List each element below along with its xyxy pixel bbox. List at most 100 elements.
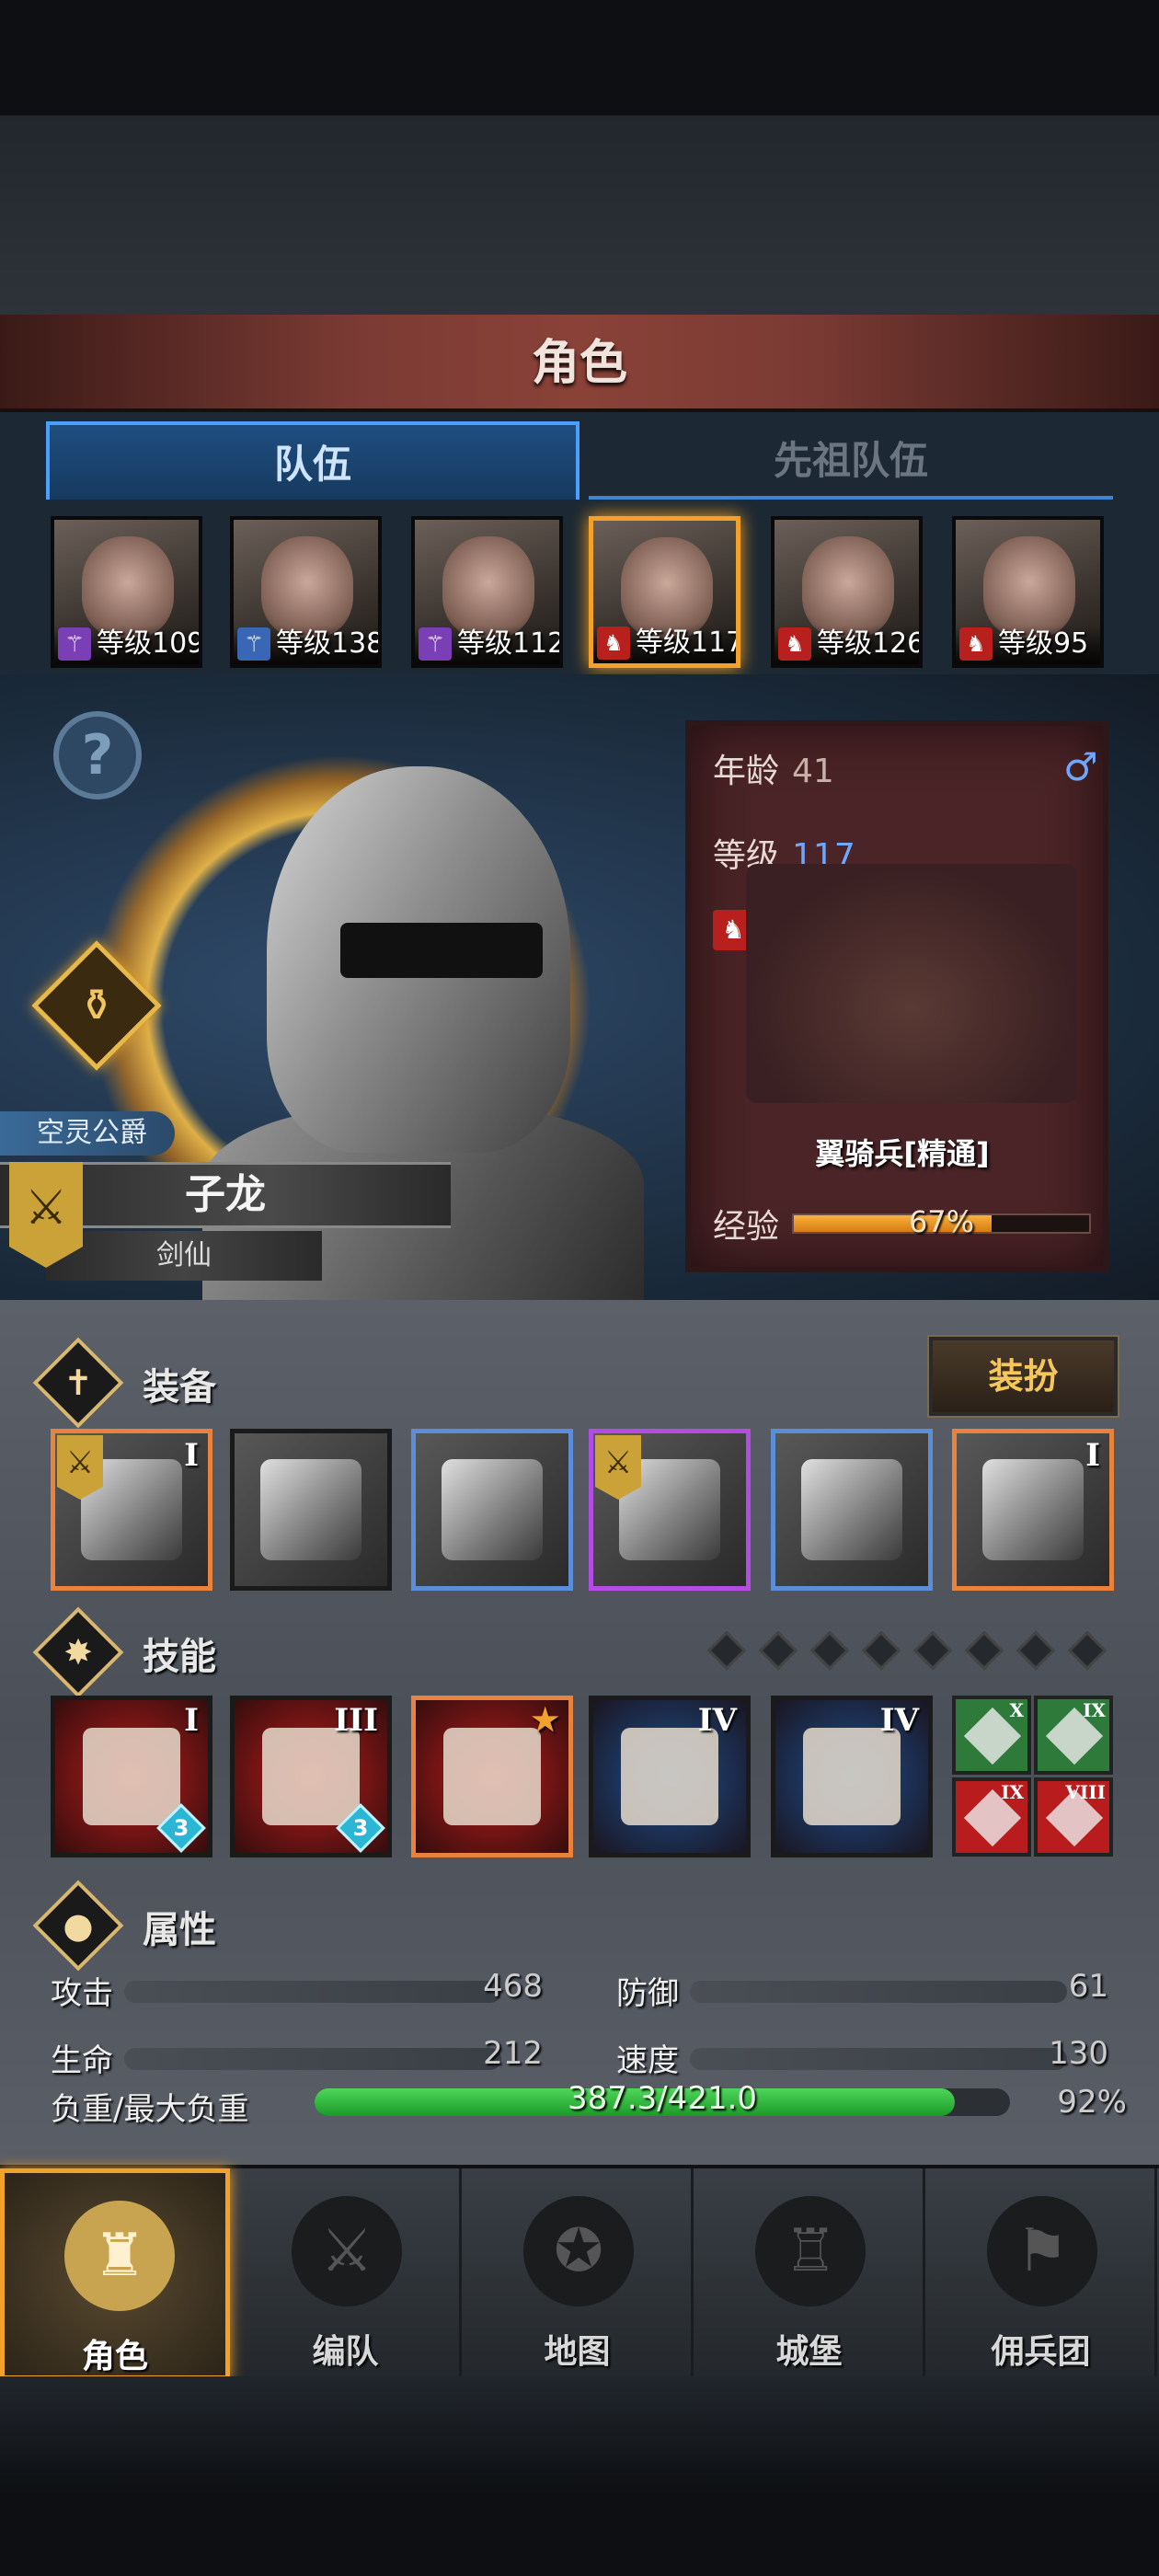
nav-formation[interactable]: ⚔ 编队 bbox=[232, 2168, 462, 2380]
system-nav-area bbox=[0, 2376, 1159, 2576]
party-member-card[interactable]: ⚚ 等级109 bbox=[51, 516, 202, 668]
attack-label: 攻击 bbox=[51, 1975, 113, 2012]
nav-compass-map[interactable]: ✪ 地图 bbox=[464, 2168, 694, 2380]
sword-slash-icon bbox=[83, 1728, 180, 1825]
skill-slot[interactable]: IV bbox=[589, 1696, 751, 1857]
attack-bar bbox=[124, 1981, 501, 2003]
nav-label: 编队 bbox=[312, 2333, 379, 2371]
defense-stat: 防御 61 bbox=[616, 1964, 1108, 2012]
attack-stat: 攻击 468 bbox=[51, 1964, 543, 2012]
skill-point-indicators bbox=[706, 1630, 1118, 1671]
party-member-card[interactable]: ♞ 等级117 bbox=[589, 516, 740, 668]
page-title: 角色 bbox=[531, 336, 627, 391]
attack-value: 468 bbox=[483, 1968, 543, 2005]
passive-skill-slot[interactable]: IX bbox=[1034, 1696, 1113, 1775]
knight-icon: ♜ bbox=[64, 2201, 175, 2311]
load-value: 387.3/421.0 bbox=[567, 2080, 758, 2117]
defense-value: 61 bbox=[1068, 1968, 1108, 2005]
skills-section-title: 技能 bbox=[143, 1636, 216, 1678]
tab-team[interactable]: 队伍 bbox=[46, 421, 580, 500]
winged-hussar-portrait[interactable] bbox=[746, 864, 1077, 1103]
equipment-slot[interactable] bbox=[771, 1429, 933, 1591]
equipment-slot[interactable] bbox=[411, 1429, 573, 1591]
party-member-level: 等级95 bbox=[998, 627, 1089, 660]
nav-castle[interactable]: ♖ 城堡 bbox=[695, 2168, 925, 2380]
help-button[interactable]: ? bbox=[53, 711, 142, 799]
nav-mercenary[interactable]: ⚑ 佣兵团 bbox=[927, 2168, 1157, 2380]
passive-skill-slot[interactable]: IX bbox=[952, 1777, 1031, 1857]
tier-label: IV bbox=[879, 1702, 919, 1739]
load-label: 负重/最大负重 bbox=[51, 2091, 249, 2128]
dress-up-button[interactable]: 装扮 bbox=[929, 1337, 1118, 1416]
passive-skill-slot[interactable]: X bbox=[952, 1696, 1031, 1775]
age-value: 41 bbox=[792, 753, 834, 790]
crystal-horse-icon bbox=[803, 1728, 901, 1825]
skill-slot[interactable]: I3 bbox=[51, 1696, 212, 1857]
equipment-slot[interactable]: ⚔ I bbox=[51, 1429, 212, 1591]
tab-ancestor-team[interactable]: 先祖队伍 bbox=[589, 421, 1113, 500]
equipment-section-icon: ✝ bbox=[32, 1337, 124, 1429]
skill-point-diamond-icon bbox=[758, 1630, 798, 1671]
nav-label: 城堡 bbox=[775, 2333, 843, 2371]
skill-point-diamond-icon bbox=[1016, 1630, 1056, 1671]
age-row: 年龄 41 bbox=[713, 744, 834, 792]
staff-icon: ⚚ bbox=[58, 627, 91, 661]
party-member-card[interactable]: ⚚ 等级112 bbox=[411, 516, 563, 668]
tab-bar: 队伍 先祖队伍 bbox=[0, 412, 1159, 500]
tier-label: ★ bbox=[531, 1702, 559, 1739]
banner-charge-icon bbox=[443, 1728, 541, 1825]
party-member-level: 等级117 bbox=[636, 627, 740, 659]
tier-label: I bbox=[1085, 1437, 1100, 1474]
boots-icon bbox=[801, 1459, 902, 1560]
skill-slot[interactable]: III 3 bbox=[230, 1696, 392, 1857]
speed-label: 速度 bbox=[616, 2042, 679, 2079]
nav-label: 佣兵团 bbox=[991, 2333, 1091, 2371]
male-icon: ♂ bbox=[1063, 744, 1098, 789]
skill-level-value: 3 bbox=[173, 1815, 189, 1841]
attributes-section-icon: ● bbox=[32, 1880, 124, 1972]
hp-bar bbox=[124, 2048, 501, 2070]
tier-label: IV bbox=[697, 1702, 737, 1739]
tier-label: IX bbox=[1083, 1699, 1106, 1721]
speed-bar bbox=[690, 2048, 1067, 2070]
party-member-level: 等级138 bbox=[276, 627, 382, 660]
skill-point-diamond-icon bbox=[861, 1630, 901, 1671]
party-member-level: 等级112 bbox=[457, 627, 563, 660]
skill-point-diamond-icon bbox=[964, 1630, 1004, 1671]
party-member-card[interactable]: ♞ 等级126 bbox=[771, 516, 923, 668]
equipment-slot[interactable]: I bbox=[952, 1429, 1114, 1591]
party-member-card[interactable]: ♞ 等级95 bbox=[952, 516, 1104, 668]
skill-point-diamond-icon bbox=[809, 1630, 850, 1671]
party-member-card[interactable]: ⚚ 等级138 bbox=[230, 516, 382, 668]
skill-point-diamond-icon bbox=[912, 1630, 953, 1671]
potion-icon: ⚱ bbox=[77, 980, 116, 1031]
equipment-slot[interactable]: ⚔ bbox=[589, 1429, 751, 1591]
staff-icon: ⚚ bbox=[237, 627, 270, 661]
unit-name: 翼骑兵[精通] bbox=[815, 1136, 990, 1171]
speed-stat: 速度 130 bbox=[616, 2031, 1108, 2079]
skill-slot[interactable]: ★ bbox=[411, 1696, 573, 1857]
speed-value: 130 bbox=[1049, 2035, 1108, 2072]
skill-slot[interactable]: IV bbox=[771, 1696, 933, 1857]
attributes-section-title: 属性 bbox=[143, 1909, 216, 1951]
bottom-navigation: ♜ 角色 ⚔ 编队 ✪ 地图 ♖ 城堡 ⚑ 佣兵团 bbox=[0, 2165, 1159, 2380]
hero-class: 剑仙 bbox=[46, 1231, 322, 1281]
passive-skill-slot[interactable]: VIII bbox=[1034, 1777, 1113, 1857]
tier-label: I bbox=[184, 1437, 199, 1474]
tier-label: VIII bbox=[1065, 1781, 1106, 1803]
equipment-slot[interactable] bbox=[230, 1429, 392, 1591]
horse-icon: ♞ bbox=[597, 627, 630, 660]
tier-label: X bbox=[1009, 1699, 1024, 1721]
age-label: 年龄 bbox=[713, 753, 780, 790]
horse-icon: ♞ bbox=[778, 627, 811, 661]
nav-knight[interactable]: ♜ 角色 bbox=[0, 2168, 230, 2380]
defense-bar bbox=[690, 1981, 1067, 2003]
page-header: 角色 bbox=[0, 315, 1159, 412]
skill-level-value: 3 bbox=[352, 1815, 369, 1841]
staff-icon: ⚚ bbox=[419, 627, 452, 661]
equipment-section-title: 装备 bbox=[143, 1366, 216, 1409]
hp-value: 212 bbox=[483, 2035, 543, 2072]
tier-label: III bbox=[334, 1702, 378, 1739]
party-member-level: 等级126 bbox=[817, 627, 923, 660]
exp-percent: 67% bbox=[908, 1204, 975, 1239]
